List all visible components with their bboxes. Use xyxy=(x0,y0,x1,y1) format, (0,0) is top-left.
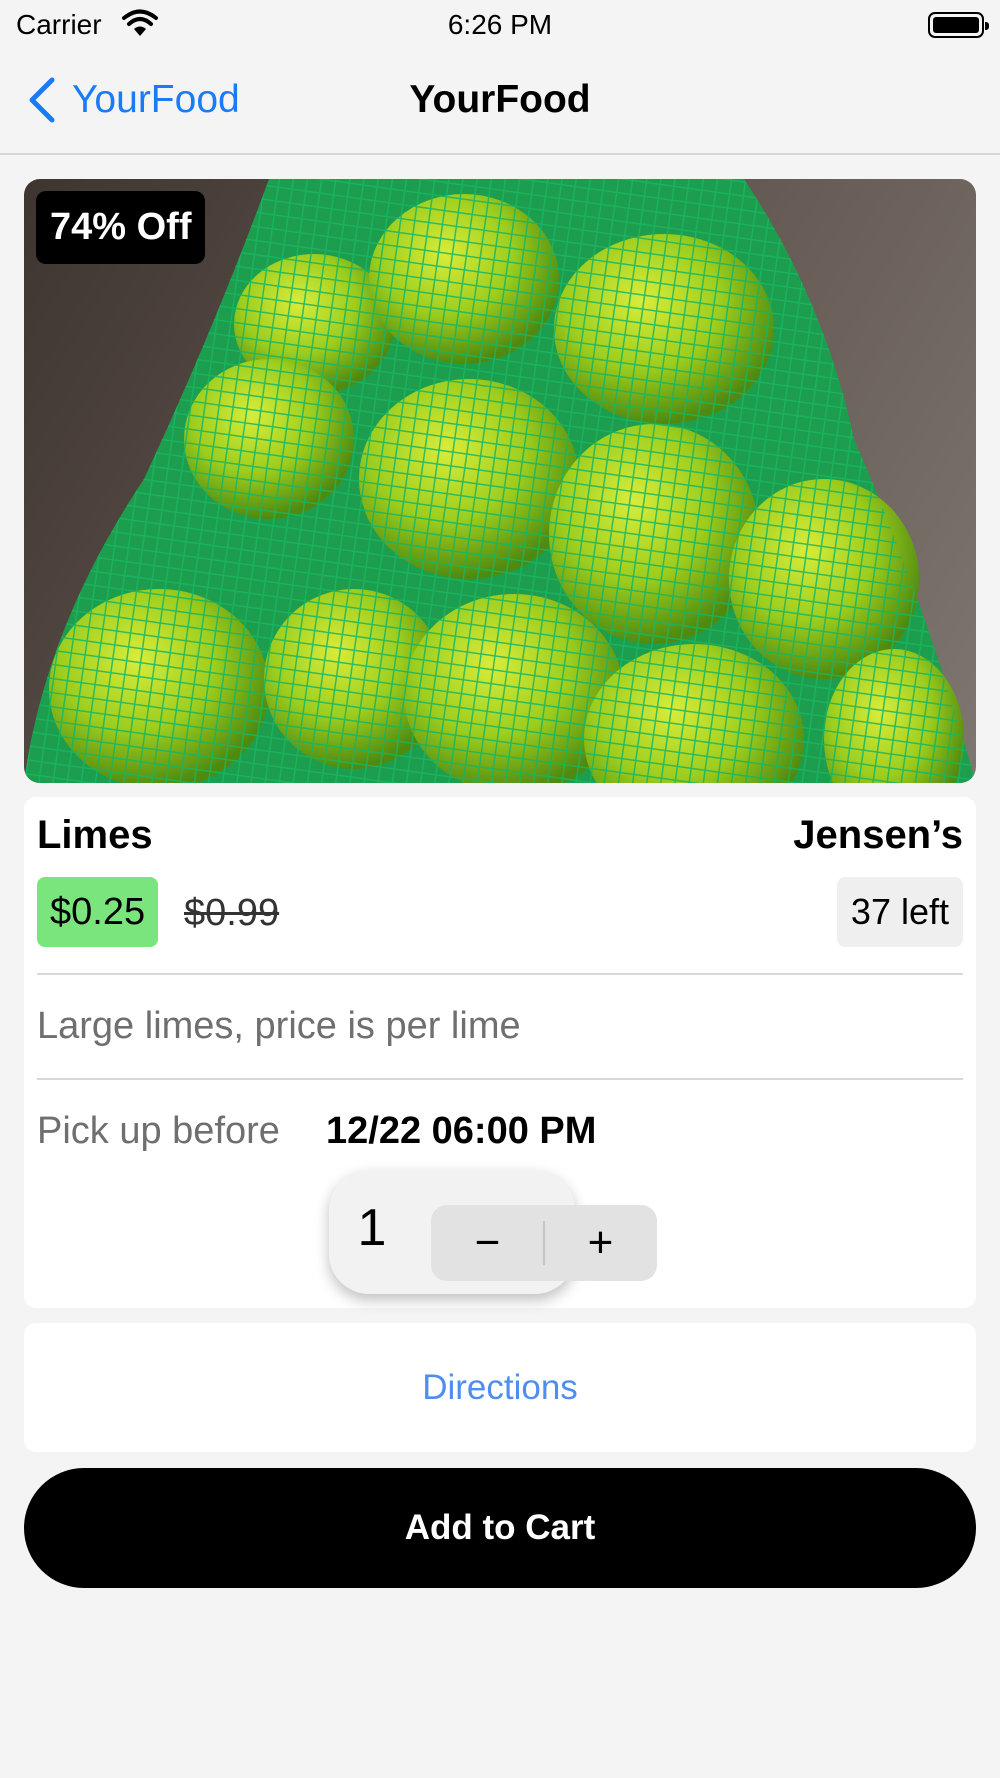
store-name: Jensen’s xyxy=(793,813,963,857)
status-bar: Carrier 6:26 PM xyxy=(0,0,1000,50)
directions-label: Directions xyxy=(422,1367,578,1407)
navigation-bar: YourFood YourFood xyxy=(0,50,1000,155)
decrement-button[interactable]: − xyxy=(431,1205,544,1281)
pickup-time: 12/22 06:00 PM xyxy=(326,1110,597,1152)
discount-badge: 74% Off xyxy=(36,191,206,264)
sale-price-badge: $0.25 xyxy=(37,877,159,947)
directions-button[interactable]: Directions xyxy=(24,1323,976,1452)
pickup-label: Pick up before xyxy=(37,1110,280,1152)
product-description: Large limes, price is per lime xyxy=(37,1005,521,1047)
product-image xyxy=(24,179,976,783)
quantity-stepper: − + xyxy=(431,1205,657,1281)
page-title: YourFood xyxy=(409,78,591,121)
original-price: $0.99 xyxy=(184,892,280,934)
product-name: Limes xyxy=(37,813,153,857)
limes-photo xyxy=(24,179,976,783)
product-info-card: Limes Jensen’s $0.25 $0.99 37 left Large… xyxy=(24,797,976,1308)
quantity-control: 1 − + xyxy=(329,1170,657,1294)
add-to-cart-label: Add to Cart xyxy=(404,1508,596,1547)
divider xyxy=(37,1078,963,1080)
status-time: 6:26 PM xyxy=(447,9,553,40)
battery-icon xyxy=(928,12,989,38)
quantity-value: 1 xyxy=(357,1199,387,1257)
increment-button[interactable]: + xyxy=(544,1205,657,1281)
divider xyxy=(37,973,963,975)
add-to-cart-button[interactable]: Add to Cart xyxy=(24,1468,976,1588)
stock-badge: 37 left xyxy=(836,877,963,947)
